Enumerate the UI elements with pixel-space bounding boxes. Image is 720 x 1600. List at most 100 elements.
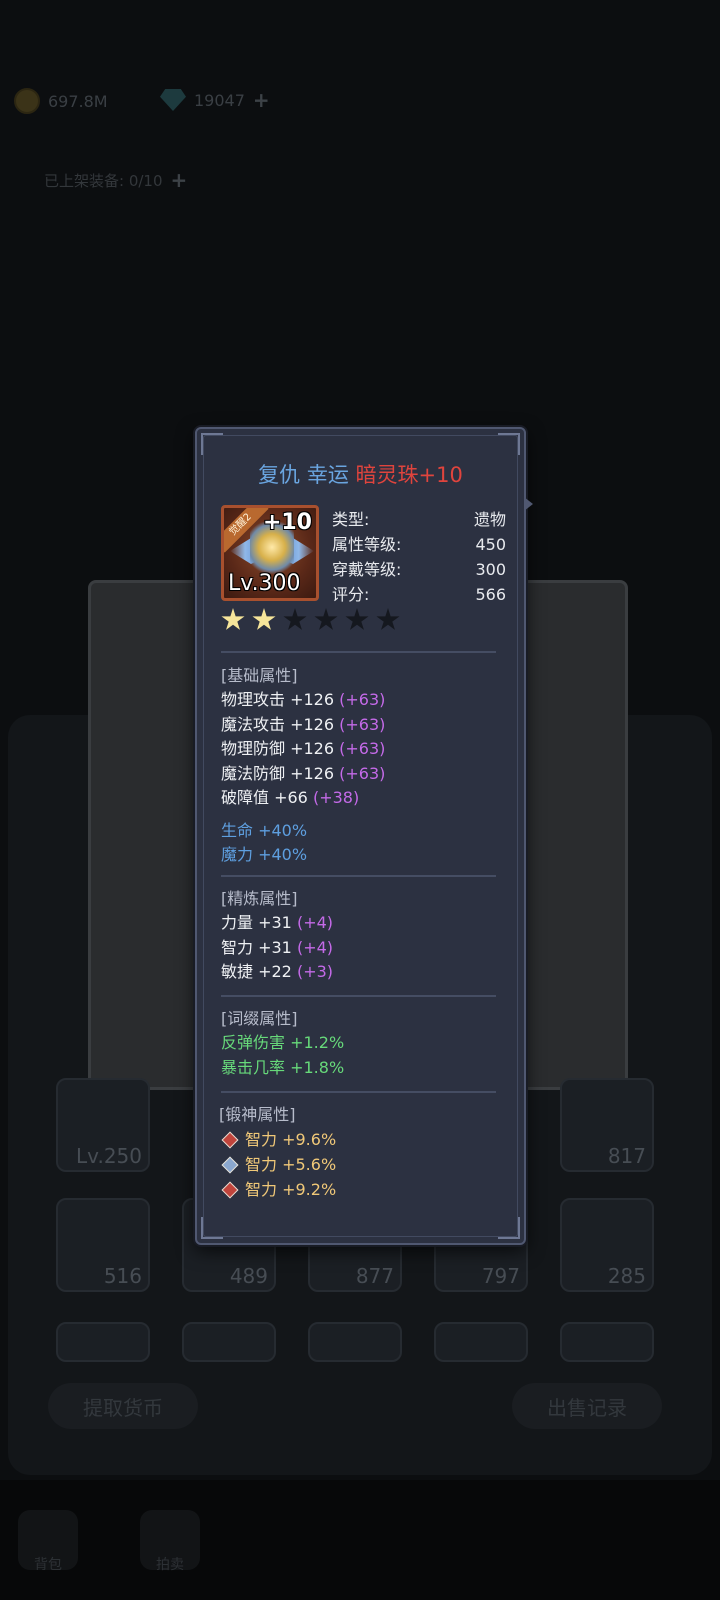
- withdraw-currency-button[interactable]: 提取货币: [48, 1383, 198, 1429]
- item-info: 类型: 遗物 属性等级: 450 穿戴等级: 300 评分: 566: [332, 507, 506, 607]
- info-value: 566: [475, 585, 506, 604]
- info-value: 450: [475, 535, 506, 554]
- divider: [221, 651, 496, 653]
- blue-gem-icon: [221, 1156, 239, 1173]
- item-tile[interactable]: [560, 1322, 654, 1362]
- section-header: [词缀属性]: [221, 1009, 298, 1028]
- affix-line: 反弹伤害 +1.2%: [221, 1033, 345, 1052]
- attr-text: 破障值 +66: [221, 788, 308, 807]
- item-level: Lv.300: [228, 571, 301, 596]
- item-tile-value: 516: [103, 1264, 142, 1288]
- listing-slots-label: 已上架装备: 0/10: [44, 171, 163, 190]
- attr-line: 智力 +31 (+4): [221, 936, 501, 961]
- attr-text: 敏捷 +22: [221, 962, 292, 981]
- attr-bonus: (+38): [312, 788, 360, 807]
- info-value: 300: [475, 560, 506, 579]
- affix-line: 暴击几率 +1.8%: [221, 1057, 345, 1077]
- add-gems-button[interactable]: +: [253, 88, 270, 112]
- attr-bonus: (+63): [339, 739, 386, 758]
- attr-bonus: (+63): [339, 763, 386, 783]
- item-tile[interactable]: Lv.250: [56, 1078, 150, 1172]
- forge-text: 智力 +9.2%: [245, 1180, 337, 1199]
- item-tile-value: 489: [229, 1264, 268, 1288]
- frame-corner: [498, 1217, 520, 1239]
- info-row-score: 评分: 566: [332, 582, 506, 607]
- info-label: 穿戴等级:: [332, 560, 402, 579]
- forge-line: 智力 +9.2%: [219, 1177, 499, 1202]
- attr-text: 魔法防御 +126: [221, 763, 335, 783]
- item-tile[interactable]: 285: [560, 1198, 654, 1292]
- section-header: [锻神属性]: [219, 1105, 296, 1124]
- add-slot-button[interactable]: +: [171, 168, 188, 192]
- info-label: 评分:: [332, 585, 370, 604]
- item-tile-value: 877: [355, 1264, 394, 1288]
- base-attributes: [基础属性] 物理攻击 +126 (+63) 魔法攻击 +126 (+63) 物…: [221, 663, 501, 868]
- star-empty-icon: [283, 608, 307, 630]
- item-tooltip: 复仇 幸运 暗灵珠+10 觉醒2 +10 Lv.300 类型: 遗物 属性等级:…: [195, 427, 533, 1245]
- attr-line: 敏捷 +22 (+3): [221, 960, 501, 985]
- gold-amount: 697.8M: [48, 91, 108, 111]
- attr-text: 力量 +31: [221, 913, 292, 932]
- item-tile[interactable]: [434, 1322, 528, 1362]
- item-tile-value: 817: [607, 1144, 646, 1168]
- attr-text: 魔法攻击 +126: [221, 714, 335, 734]
- item-tile[interactable]: [182, 1322, 276, 1362]
- attr-line: 魔法攻击 +126 (+63): [221, 713, 501, 738]
- attr-text: 智力 +31: [221, 937, 292, 957]
- forge-text: 智力 +5.6%: [245, 1155, 337, 1174]
- item-tile[interactable]: 516: [56, 1198, 150, 1292]
- gem-amount: 19047: [194, 90, 245, 110]
- enhance-level: +10: [262, 510, 312, 535]
- gold-coin-icon: [14, 88, 40, 114]
- section-header: [精炼属性]: [221, 889, 298, 908]
- attr-line: 魔法防御 +126 (+63): [221, 762, 501, 787]
- item-title-name: 暗灵珠+10: [355, 463, 463, 487]
- forge-line: 智力 +5.6%: [219, 1152, 499, 1177]
- item-title-prefix: 复仇 幸运: [258, 463, 349, 487]
- nav-bag[interactable]: 背包: [18, 1510, 78, 1573]
- attr-text: 物理攻击 +126: [221, 690, 335, 709]
- tooltip-pointer: [524, 497, 533, 511]
- frame-corner: [201, 433, 223, 455]
- frame-corner: [498, 433, 520, 455]
- star-empty-icon: [345, 608, 369, 630]
- star-empty-icon: [314, 608, 338, 630]
- attr-bonus: (+3): [296, 962, 334, 981]
- gem-currency: 19047 +: [160, 88, 270, 112]
- item-tile-value: 285: [607, 1264, 646, 1288]
- info-row-type: 类型: 遗物: [332, 507, 506, 532]
- red-gem-icon: [221, 1131, 239, 1148]
- affix-attributes: [词缀属性] 反弹伤害 +1.2% 暴击几率 +1.8%: [221, 1006, 501, 1080]
- item-icon: 觉醒2 +10 Lv.300: [221, 505, 319, 601]
- divider: [221, 875, 496, 877]
- attr-bonus: (+4): [296, 913, 334, 932]
- attr-line: 力量 +31 (+4): [221, 911, 501, 936]
- frame-corner: [201, 1217, 223, 1239]
- attr-line: 破障值 +66 (+38): [221, 786, 501, 811]
- bottom-nav: [0, 1480, 720, 1600]
- item-tile-value: 797: [481, 1264, 520, 1288]
- divider: [221, 1091, 496, 1093]
- attr-bonus: (+4): [296, 937, 334, 957]
- item-tile[interactable]: 817: [560, 1078, 654, 1172]
- forge-attributes: [锻神属性] 智力 +9.6% 智力 +5.6% 智力 +9.2%: [219, 1102, 499, 1202]
- refine-attributes: [精炼属性] 力量 +31 (+4) 智力 +31 (+4) 敏捷 +22 (+…: [221, 886, 501, 985]
- star-filled-icon: [252, 608, 276, 630]
- attr-bonus: (+63): [339, 714, 386, 734]
- nav-auction[interactable]: 拍卖: [140, 1510, 200, 1573]
- item-tile[interactable]: [56, 1322, 150, 1362]
- info-label: 类型:: [332, 510, 370, 529]
- sale-records-button[interactable]: 出售记录: [512, 1383, 662, 1429]
- attr-text: 物理防御 +126: [221, 739, 335, 758]
- attr-percent-line: 魔力 +40%: [221, 845, 308, 864]
- info-label: 属性等级:: [332, 535, 402, 554]
- item-tile[interactable]: [308, 1322, 402, 1362]
- red-gem-icon: [221, 1181, 239, 1198]
- gold-currency: 697.8M: [14, 88, 108, 114]
- attr-percent-line: 生命 +40%: [221, 820, 308, 840]
- attr-line: 物理攻击 +126 (+63): [221, 688, 501, 713]
- divider: [221, 995, 496, 997]
- item-title: 复仇 幸运 暗灵珠+10: [197, 459, 524, 489]
- info-row-wear-level: 穿戴等级: 300: [332, 557, 506, 582]
- info-row-attr-level: 属性等级: 450: [332, 532, 506, 557]
